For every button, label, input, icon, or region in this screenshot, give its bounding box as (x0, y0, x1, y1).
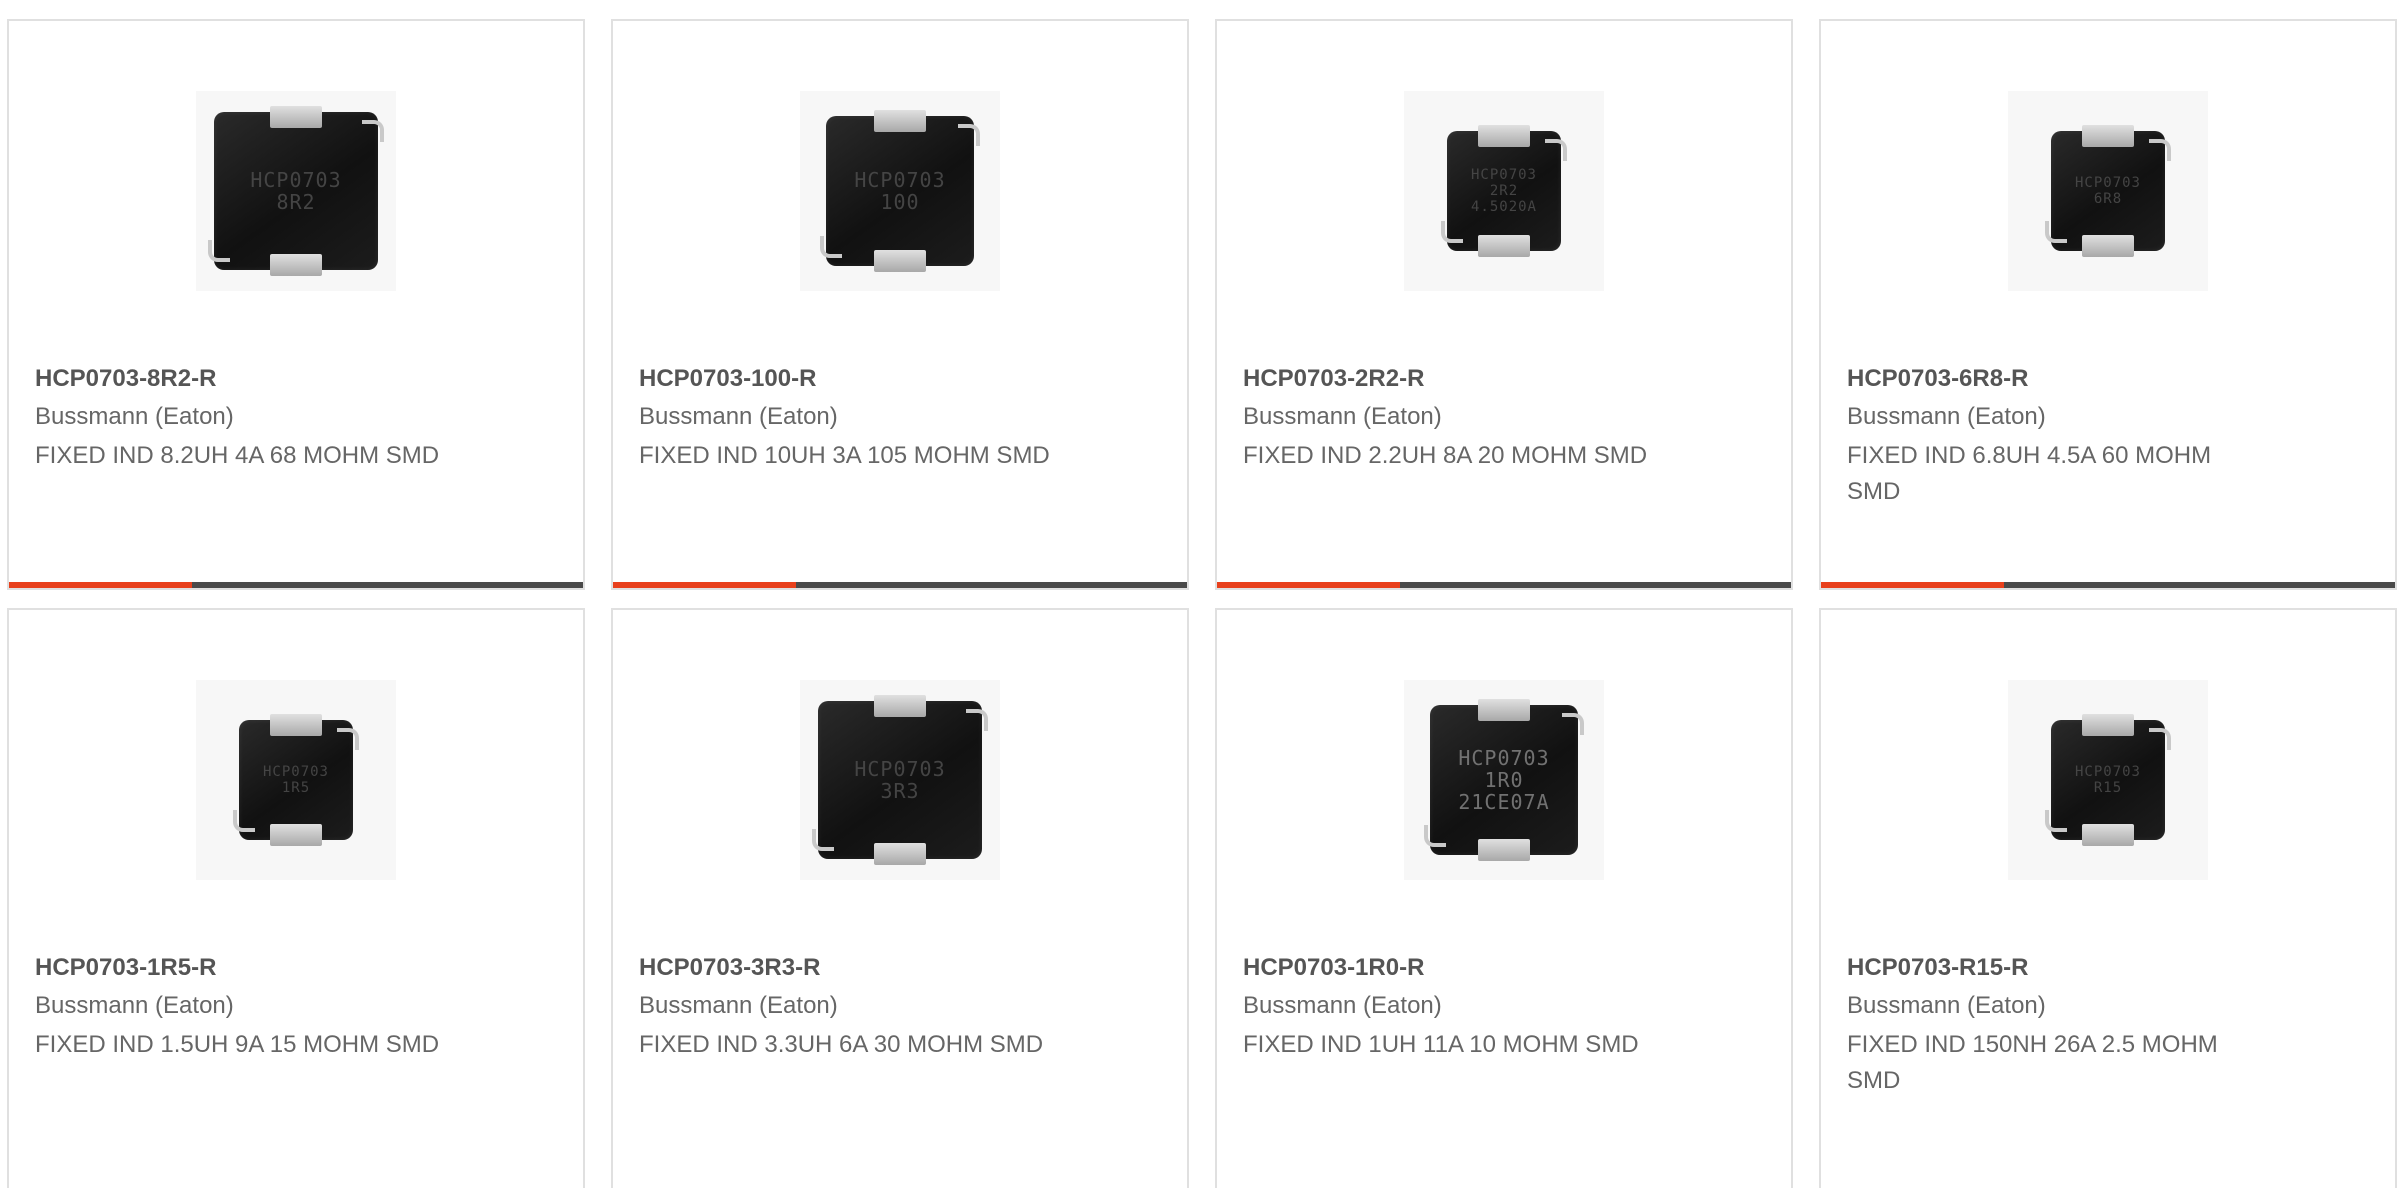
part-marking-line: R15 (2093, 780, 2123, 796)
description: FIXED IND 1UH 11A 10 MOHM SMD (1243, 1031, 1639, 1058)
manufacturer: Bussmann (Eaton) (35, 992, 234, 1019)
inductor-image: HCP0703 1R5 (233, 714, 359, 846)
inductor-image: HCP0703 6R8 (2045, 125, 2171, 257)
product-image[interactable]: HCP0703 2R2 4.5020A (1404, 91, 1604, 291)
hover-progress-bar (1217, 582, 1791, 588)
inductor-image: HCP0703 1R0 21CE07A (1424, 699, 1584, 861)
product-card[interactable]: HCP0703 1R0 21CE07A HCP0703-1R0-R Bussma… (1215, 608, 1793, 1188)
hover-progress-bar (9, 582, 583, 588)
product-card[interactable]: HCP0703 2R2 4.5020A HCP0703-2R2-R Bussma… (1215, 19, 1793, 590)
product-grid: HCP0703 8R2 HCP0703-8R2-R Bussmann (Eato… (0, 0, 2400, 1188)
inductor-image: HCP0703 R15 (2045, 714, 2171, 846)
inductor-image: HCP0703 8R2 (208, 106, 384, 276)
product-card[interactable]: HCP0703 6R8 HCP0703-6R8-R Bussmann (Eato… (1819, 19, 2397, 590)
manufacturer: Bussmann (Eaton) (639, 403, 838, 430)
part-marking-line: 100 (880, 190, 920, 214)
part-number-link[interactable]: HCP0703-1R0-R (1243, 954, 1424, 982)
product-image[interactable]: HCP0703 R15 (2008, 680, 2208, 880)
description: FIXED IND 2.2UH 8A 20 MOHM SMD (1243, 442, 1648, 469)
description: FIXED IND 6.8UH 4.5A 60 MOHM SMD (1847, 442, 2212, 505)
part-marking-line: 8R2 (276, 190, 316, 214)
inductor-image: HCP0703 2R2 4.5020A (1441, 125, 1567, 257)
part-marking-line: HCP0703 (2074, 764, 2141, 780)
part-number-link[interactable]: HCP0703-8R2-R (35, 365, 216, 393)
description: FIXED IND 1.5UH 9A 15 MOHM SMD (35, 1031, 440, 1058)
part-number-link[interactable]: HCP0703-R15-R (1847, 954, 2028, 982)
part-marking-line: 3R3 (880, 779, 920, 803)
product-image[interactable]: HCP0703 6R8 (2008, 91, 2208, 291)
progress-fill (1821, 582, 2004, 588)
part-marking-line: 6R8 (2093, 191, 2123, 207)
hover-progress-bar (613, 582, 1187, 588)
hover-progress-bar (1821, 582, 2395, 588)
part-marking-line: HCP0703 (854, 757, 946, 781)
product-image[interactable]: HCP0703 8R2 (196, 91, 396, 291)
description: FIXED IND 10UH 3A 105 MOHM SMD (639, 442, 1050, 469)
inductor-image: HCP0703 100 (820, 110, 980, 272)
manufacturer: Bussmann (Eaton) (1847, 403, 2046, 430)
product-image[interactable]: HCP0703 3R3 (800, 680, 1000, 880)
product-image[interactable]: HCP0703 1R0 21CE07A (1404, 680, 1604, 880)
manufacturer: Bussmann (Eaton) (1243, 403, 1442, 430)
part-marking-line: HCP0703 (1470, 167, 1537, 183)
part-marking-line: 21CE07A (1458, 790, 1550, 814)
product-card[interactable]: HCP0703 100 HCP0703-100-R Bussmann (Eato… (611, 19, 1189, 590)
part-marking-line: 4.5020A (1470, 199, 1537, 215)
product-card[interactable]: HCP0703 3R3 HCP0703-3R3-R Bussmann (Eato… (611, 608, 1189, 1188)
progress-fill (1217, 582, 1400, 588)
manufacturer: Bussmann (Eaton) (35, 403, 234, 430)
part-marking-line: 2R2 (1489, 183, 1519, 199)
description: FIXED IND 3.3UH 6A 30 MOHM SMD (639, 1031, 1044, 1058)
part-marking-line: 1R0 (1484, 768, 1524, 792)
progress-fill (613, 582, 796, 588)
product-card[interactable]: HCP0703 8R2 HCP0703-8R2-R Bussmann (Eato… (7, 19, 585, 590)
product-card[interactable]: HCP0703 1R5 HCP0703-1R5-R Bussmann (Eato… (7, 608, 585, 1188)
product-image[interactable]: HCP0703 1R5 (196, 680, 396, 880)
part-number-link[interactable]: HCP0703-6R8-R (1847, 365, 2028, 393)
part-marking-line: HCP0703 (1458, 746, 1550, 770)
manufacturer: Bussmann (Eaton) (1847, 992, 2046, 1019)
part-marking-line: HCP0703 (262, 764, 329, 780)
part-marking-line: 1R5 (281, 780, 311, 796)
part-marking-line: HCP0703 (854, 168, 946, 192)
description: FIXED IND 8.2UH 4A 68 MOHM SMD (35, 442, 440, 469)
product-image[interactable]: HCP0703 100 (800, 91, 1000, 291)
inductor-image: HCP0703 3R3 (812, 695, 988, 865)
description: FIXED IND 150NH 26A 2.5 MOHM SMD (1847, 1031, 2218, 1094)
manufacturer: Bussmann (Eaton) (1243, 992, 1442, 1019)
part-number-link[interactable]: HCP0703-100-R (639, 365, 816, 393)
part-marking-line: HCP0703 (2074, 175, 2141, 191)
product-card[interactable]: HCP0703 R15 HCP0703-R15-R Bussmann (Eato… (1819, 608, 2397, 1188)
part-number-link[interactable]: HCP0703-1R5-R (35, 954, 216, 982)
part-marking-line: HCP0703 (250, 168, 342, 192)
part-number-link[interactable]: HCP0703-2R2-R (1243, 365, 1424, 393)
manufacturer: Bussmann (Eaton) (639, 992, 838, 1019)
progress-fill (9, 582, 192, 588)
part-number-link[interactable]: HCP0703-3R3-R (639, 954, 820, 982)
